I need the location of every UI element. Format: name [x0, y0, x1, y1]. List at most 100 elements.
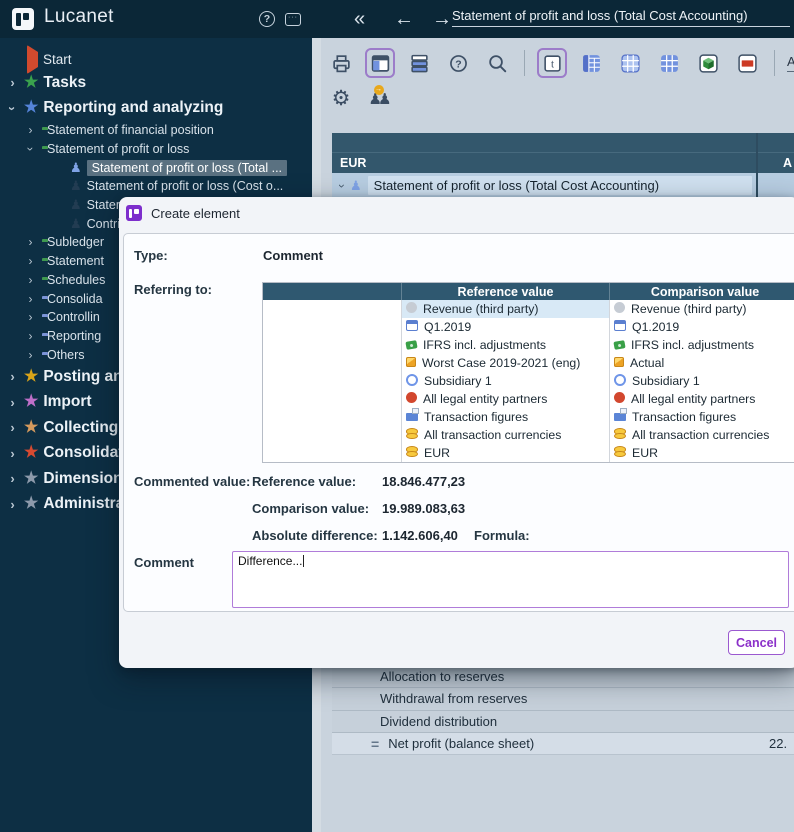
cube-button[interactable] — [693, 48, 723, 78]
calendar-icon — [406, 320, 418, 334]
list-item-all-legal-entity-partners[interactable]: All legal entity partners — [402, 390, 609, 408]
back-icon[interactable]: ← — [394, 0, 414, 38]
toolbar-row-2: ⚙ ♟♟→ — [326, 84, 395, 114]
chevron-right-icon[interactable]: › — [6, 497, 19, 512]
help-button[interactable]: ? — [443, 48, 473, 78]
list-item-transaction-figures[interactable]: Transaction figures — [610, 408, 794, 426]
sidebar-item-statement-of-profit-or-loss-cost-o[interactable]: ♟Statement of profit or loss (Cost o... — [0, 177, 312, 196]
list-item-label: All transaction currencies — [632, 428, 769, 442]
table-row-dividend-distribution[interactable]: Dividend distribution — [332, 711, 794, 733]
chevron-right-icon[interactable]: › — [24, 273, 37, 287]
rows-view-button[interactable] — [404, 48, 434, 78]
list-item-all-transaction-currencies[interactable]: All transaction currencies — [402, 426, 609, 444]
grid-light-button[interactable] — [615, 48, 645, 78]
chevron-right-icon[interactable]: › — [24, 235, 37, 249]
list-item-label: All legal entity partners — [423, 392, 547, 406]
page-title[interactable]: Statement of profit and loss (Total Cost… — [452, 8, 790, 27]
view-selector-dropdown[interactable]: Actual vs. Bu — [787, 54, 794, 72]
chevron-down-icon[interactable]: › — [335, 184, 349, 188]
play-icon — [24, 52, 38, 67]
list-item-all-transaction-currencies[interactable]: All transaction currencies — [610, 426, 794, 444]
list-item-eur[interactable]: EUR — [402, 444, 609, 462]
sidebar-item-statement-of-profit-or-loss-total[interactable]: ♟Statement of profit or loss (Total ... — [0, 158, 312, 177]
sidebar-item-reporting-and-analyzing[interactable]: ›★Reporting and analyzing — [0, 96, 312, 122]
chevron-right-icon[interactable]: › — [6, 471, 19, 486]
list-item-subsidiary-1[interactable]: Subsidiary 1 — [402, 372, 609, 390]
list-item-revenue-third-party[interactable]: Revenue (third party) — [402, 300, 609, 318]
settings-gear-icon: ⚙ — [332, 88, 351, 110]
formula-label: Formula: — [474, 528, 530, 543]
list-item-actual[interactable]: Actual — [610, 354, 794, 372]
list-item-q1-2019[interactable]: Q1.2019 — [402, 318, 609, 336]
cancel-button[interactable]: Cancel — [728, 630, 785, 655]
list-item-q1-2019[interactable]: Q1.2019 — [610, 318, 794, 336]
chevron-right-icon[interactable]: › — [6, 446, 19, 461]
text-cell-button[interactable]: t — [537, 48, 567, 78]
table-row-withdrawal-from-reserves[interactable]: Withdrawal from reserves — [332, 688, 794, 710]
list-item-subsidiary-1[interactable]: Subsidiary 1 — [610, 372, 794, 390]
grid-button[interactable] — [654, 48, 684, 78]
chevron-right-icon[interactable]: › — [6, 75, 19, 90]
feedback-bubble-icon[interactable]: ··· — [285, 0, 301, 38]
chevron-right-icon[interactable]: › — [24, 348, 37, 362]
sidebar-item-label: Statement of profit or loss (Cost o... — [87, 179, 284, 193]
help-icon: ? — [448, 53, 469, 74]
chevron-right-icon[interactable]: › — [6, 420, 19, 435]
table-root-row[interactable]: › ♟ Statement of profit or loss (Total C… — [332, 173, 794, 198]
chevron-down-icon[interactable]: › — [24, 143, 38, 156]
comparison-value-label: Comparison value: — [252, 501, 369, 516]
list-item-all-legal-entity-partners[interactable]: All legal entity partners — [610, 390, 794, 408]
sidebar-item-statement-of-profit-or-loss[interactable]: ›Statement of profit or loss — [0, 140, 312, 159]
search-button[interactable] — [482, 48, 512, 78]
type-label: Type: — [134, 248, 168, 263]
print-button[interactable] — [326, 48, 356, 78]
comment-textarea[interactable]: Difference... — [232, 551, 789, 608]
list-item-label: Subsidiary 1 — [424, 374, 492, 388]
list-item-transaction-figures[interactable]: Transaction figures — [402, 408, 609, 426]
list-item-ifrs-incl-adjustments[interactable]: IFRS incl. adjustments — [610, 336, 794, 354]
list-item-eur[interactable]: EUR — [610, 444, 794, 462]
row-label: Net profit (balance sheet) — [388, 736, 534, 751]
sidebar-item-tasks[interactable]: ›★Tasks — [0, 70, 312, 96]
sidebar-item-label: Reporting — [47, 329, 101, 343]
grid-frozen-button[interactable] — [576, 48, 606, 78]
report-red-button[interactable] — [732, 48, 762, 78]
forward-icon[interactable]: → — [432, 0, 452, 38]
table-row-allocation-to-reserves[interactable]: Allocation to reserves — [332, 666, 794, 688]
star-tan-icon: ★ — [24, 419, 38, 437]
text-cell-icon: t — [542, 53, 563, 74]
sidebar-item-start[interactable]: Start — [0, 48, 312, 70]
chevron-right-icon[interactable]: › — [24, 329, 37, 343]
help-circle-icon[interactable]: ? — [259, 0, 275, 38]
list-item-label: IFRS incl. adjustments — [631, 338, 754, 352]
cube-icon — [698, 53, 719, 74]
sidebar-item-statement-of-financial-position[interactable]: ›Statement of financial position — [0, 121, 312, 140]
dialog-titlebar: Create element — [119, 197, 240, 229]
chevron-right-icon[interactable]: › — [24, 254, 37, 268]
settings-gear-button[interactable]: ⚙ — [326, 84, 356, 114]
panel-view-icon — [370, 53, 391, 74]
list-item-label: Revenue (third party) — [423, 302, 539, 316]
list-item-ifrs-incl-adjustments[interactable]: IFRS incl. adjustments — [402, 336, 609, 354]
sidebar-item-label: Consolida — [47, 292, 103, 306]
search-icon — [487, 53, 508, 74]
chevron-right-icon[interactable]: › — [24, 123, 37, 137]
referring-table: Reference value Comparison value Revenue… — [262, 282, 794, 463]
table-row-net-profit-balance-sheet[interactable]: =Net profit (balance sheet)22. — [332, 733, 794, 755]
list-item-worst-case-2019-2021-eng[interactable]: Worst Case 2019-2021 (eng) — [402, 354, 609, 372]
transaction-icon — [406, 410, 418, 424]
chevron-right-icon[interactable]: › — [24, 292, 37, 306]
switch-user-button[interactable]: ♟♟→ — [365, 84, 395, 114]
panel-view-button[interactable] — [365, 48, 395, 78]
text-cursor — [303, 555, 304, 567]
sidebar-item-label: Import — [43, 393, 91, 411]
collapse-panel-icon[interactable]: « — [354, 0, 365, 38]
list-item-revenue-third-party[interactable]: Revenue (third party) — [610, 300, 794, 318]
chevron-right-icon[interactable]: › — [6, 369, 19, 384]
comparison-column-header: Comparison value — [610, 283, 794, 300]
type-value: Comment — [263, 248, 323, 263]
absolute-difference-value: 1.142.606,40 — [382, 528, 458, 543]
chevron-right-icon[interactable]: › — [24, 310, 37, 324]
chevron-down-icon[interactable]: › — [5, 102, 20, 115]
chevron-right-icon[interactable]: › — [6, 395, 19, 410]
